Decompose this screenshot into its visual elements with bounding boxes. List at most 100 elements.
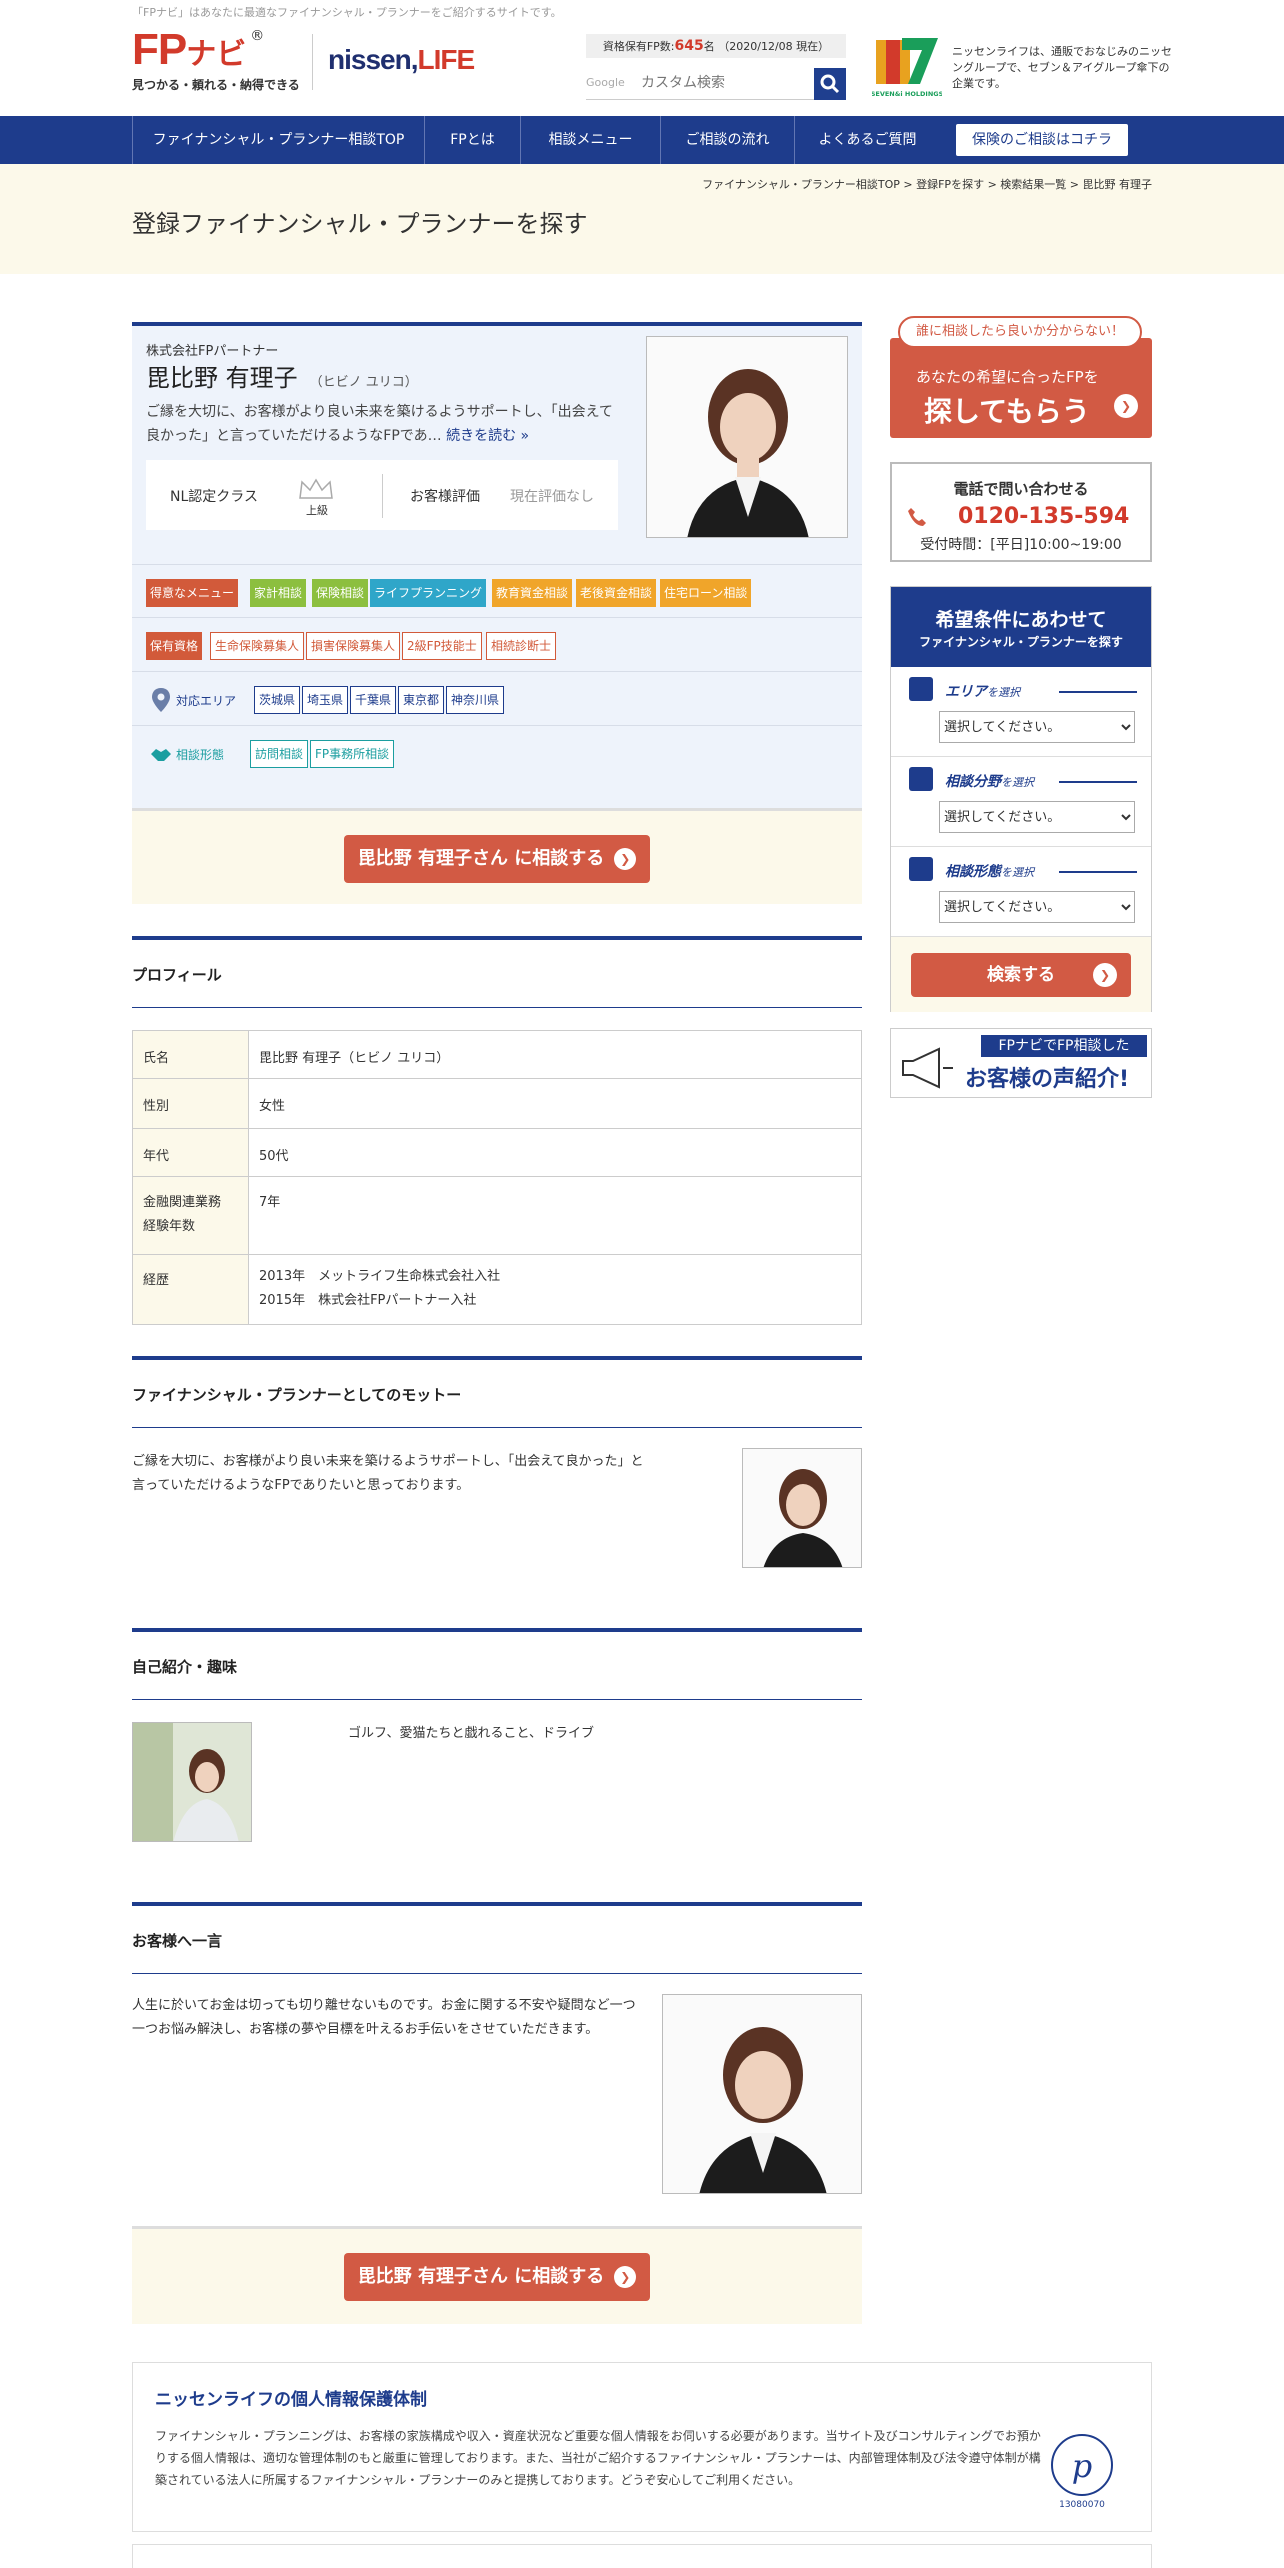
table-row: 性別 女性: [132, 1078, 862, 1129]
nav-item-menu[interactable]: 相談メニュー: [520, 116, 660, 164]
style-tag: 訪問相談: [250, 740, 309, 768]
logo-navi: ナビ: [186, 37, 247, 72]
nav-item-about[interactable]: FPとは: [424, 116, 520, 164]
area-tag: 東京都: [398, 686, 445, 714]
cta-band-top: 毘比野 有理子さん に相談する ❯: [132, 808, 862, 904]
seven-label: SEVEN&i HOLDINGS: [872, 90, 942, 98]
rank-label: NL認定クラス: [170, 489, 258, 505]
profile-key: 性別: [132, 1078, 249, 1129]
search-button[interactable]: [814, 68, 846, 100]
voice-line2: お客様の声紹介!: [965, 1067, 1130, 1092]
profile-value: 女性: [248, 1078, 862, 1129]
style-row: 相談形態 訪問相談 FP事務所相談: [132, 726, 862, 780]
seven-description: ニッセンライフは、通販でおなじみのニッセングループで、セブン＆アイグループ傘下の…: [952, 45, 1172, 90]
portrait-image: [663, 1995, 861, 2193]
qualification-row: 保有資格 生命保険募集人 損害保険募集人 2級FP技能士 相続診断士: [132, 618, 862, 672]
customer-voice-banner[interactable]: FPナビでFP相談した お客様の声紹介!: [890, 1028, 1152, 1098]
field-select-label-suffix: を選択: [1001, 776, 1034, 789]
count-suffix: 名 （2020/12/08 現在）: [703, 40, 830, 53]
consult-button[interactable]: 毘比野 有理子さん に相談する ❯: [344, 2253, 650, 2301]
message-text: 人生に於いてお金は切っても切り離せないものです。お金に関する不安や疑問など一つ一…: [132, 1998, 636, 2037]
area-tag: 千葉県: [350, 686, 397, 714]
area-tag: 茨城県: [254, 686, 301, 714]
map-pin-icon: [152, 688, 170, 712]
breadcrumb[interactable]: ファイナンシャル・プランナー相談TOP > 登録FPを探す > 検索結果一覧 >…: [702, 176, 1152, 192]
menu-tag[interactable]: 老後資金相談: [576, 579, 657, 607]
field-select-label: 相談分野を選択: [945, 771, 1034, 791]
request-fp-banner[interactable]: あなたの希望に合ったFPを 探してもらう ❯ 誰に相談したら良いか分からない！: [890, 316, 1152, 438]
field-select[interactable]: 選択してください。: [939, 801, 1135, 833]
site-tagline: 「FPナビ」はあなたに最適なファイナンシャル・プランナーをご紹介するサイトです。: [132, 6, 562, 19]
message-heading-text: お客様へ一言: [132, 1932, 223, 1950]
chat-icon: [909, 767, 933, 791]
fp-intro: ご縁を大切に、お客様がより良い未来を築けるようサポートし、「出会えて良かった」と…: [146, 400, 616, 448]
nav-item-faq[interactable]: よくあるご質問: [794, 116, 940, 164]
footer-box: [132, 2544, 1152, 2568]
style-select[interactable]: 選択してください。: [939, 891, 1135, 923]
area-row: 対応エリア 茨城県 埼玉県 千葉県 東京都 神奈川県: [132, 672, 862, 726]
chevron-right-icon: ❯: [1114, 394, 1138, 418]
menu-tag[interactable]: ライフプランニング: [370, 579, 487, 607]
profile-value: 毘比野 有理子（ヒビノ ユリコ）: [248, 1030, 862, 1079]
read-more-link[interactable]: 続きを読む »: [446, 428, 529, 444]
area-row-label: 対応エリア: [176, 694, 237, 708]
fp-navi-logo[interactable]: FPナビ®: [132, 28, 264, 73]
insurance-cta-button[interactable]: 保険のご相談はコチラ: [956, 124, 1128, 156]
menu-tag[interactable]: 家計相談: [250, 579, 307, 607]
motto-heading: ファイナンシャル・プランナーとしてのモットー: [132, 1356, 862, 1428]
map-pin-icon: [909, 677, 933, 701]
condition-search-button[interactable]: 検索する ❯: [911, 953, 1131, 997]
area-select[interactable]: 選択してください。: [939, 711, 1135, 743]
seven-holdings-logo: SEVEN&i HOLDINGS: [872, 38, 942, 98]
condition-search-label: 検索する: [987, 965, 1055, 985]
profile-key: 経歴: [132, 1254, 249, 1325]
profile-heading-text: プロフィール: [132, 966, 222, 984]
privacy-mark-logo: p 13080070: [1051, 2434, 1113, 2510]
search-input[interactable]: [641, 72, 791, 94]
condition-footer: 検索する ❯: [891, 937, 1151, 1012]
nav-item-flow[interactable]: ご相談の流れ: [660, 116, 794, 164]
career-line: 2013年 メットライフ生命株式会社入社: [259, 1269, 501, 1284]
field-select-label-main: 相談分野: [945, 774, 1001, 790]
qual-tag: 損害保険募集人: [306, 632, 401, 660]
menu-row: 得意なメニュー 家計相談 保険相談 ライフプランニング 教育資金相談 老後資金相…: [132, 564, 862, 618]
menu-tag[interactable]: 教育資金相談: [492, 579, 573, 607]
request-fp-line2: 探してもらう: [924, 395, 1090, 428]
portrait-image: [647, 337, 847, 537]
table-row: 氏名 毘比野 有理子（ヒビノ ユリコ）: [132, 1030, 862, 1079]
profile-value: 7年: [248, 1176, 862, 1255]
life-text: LIFE: [417, 44, 475, 75]
area-tag: 埼玉県: [302, 686, 349, 714]
condition-header: 希望条件にあわせて ファイナンシャル・プランナーを探す: [891, 587, 1151, 667]
fp-photo: [646, 336, 848, 538]
motto-heading-text: ファイナンシャル・プランナーとしてのモットー: [132, 1386, 462, 1404]
menu-row-label: 得意なメニュー: [146, 579, 239, 607]
menu-tag[interactable]: 保険相談: [312, 579, 369, 607]
condition-subtitle: ファイナンシャル・プランナーを探す: [919, 635, 1123, 649]
count-value: 645: [674, 38, 704, 54]
search-box: Google: [586, 66, 846, 100]
field-select-row: 相談分野を選択 選択してください。: [891, 757, 1151, 847]
privacy-heading: ニッセンライフの個人情報保護体制: [155, 2390, 427, 2410]
area-select-label-suffix: を選択: [987, 686, 1020, 699]
phone-icon: [908, 508, 926, 526]
privacy-section: ニッセンライフの個人情報保護体制 ファイナンシャル・プランニングは、お客様の家族…: [132, 2362, 1152, 2532]
qual-tag: 相続診断士: [486, 632, 557, 660]
fp-count-box: 資格保有FP数:645名 （2020/12/08 現在）: [586, 34, 846, 58]
nissen-text: nissen,: [328, 44, 418, 75]
consult-button[interactable]: 毘比野 有理子さん に相談する ❯: [344, 835, 650, 883]
chevron-right-icon: ❯: [614, 848, 637, 870]
area-select-label: エリアを選択: [945, 681, 1020, 701]
global-nav: ファイナンシャル・プランナー相談TOP FPとは 相談メニュー ご相談の流れ よ…: [0, 116, 1284, 164]
profile-key: 金融関連業務 経験年数: [132, 1176, 249, 1255]
style-tag: FP事務所相談: [310, 740, 395, 768]
message-heading: お客様へ一言: [132, 1902, 862, 1974]
style-select-label-main: 相談形態: [945, 864, 1001, 880]
table-row: 経歴 2013年 メットライフ生命株式会社入社 2015年 株式会社FPパートナー入…: [132, 1254, 862, 1325]
rank-box: NL認定クラス 上級 お客様評価 現在評価なし: [146, 460, 618, 530]
nav-item-top[interactable]: ファイナンシャル・プランナー相談TOP: [132, 116, 424, 164]
menu-tag[interactable]: 住宅ローン相談: [660, 579, 752, 607]
google-brand: Google: [586, 76, 625, 89]
phone-box[interactable]: 電話で問い合わせる 0120-135-594 受付時間：[平日]10:00~19…: [890, 462, 1152, 562]
nissen-life-logo[interactable]: nissen,LIFE: [328, 44, 475, 76]
